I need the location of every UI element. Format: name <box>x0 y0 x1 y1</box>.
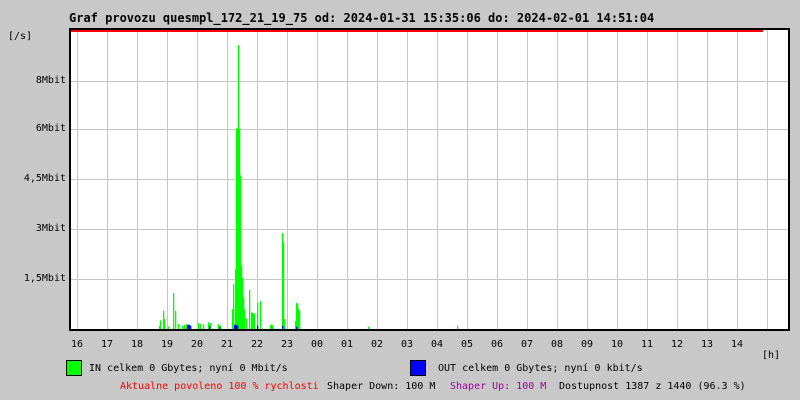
y-tick-label: 6Mbit <box>35 123 66 134</box>
in-traffic-bar <box>168 326 170 329</box>
x-tick-label: 12 <box>670 339 684 350</box>
x-tick-label: 14 <box>730 339 744 350</box>
x-tick-label: 16 <box>70 339 84 350</box>
gridline-horizontal <box>71 129 788 130</box>
traffic-graph <box>69 28 790 331</box>
out-traffic-bar <box>209 326 211 329</box>
shaper-up-label: Shaper Up: 100 M <box>450 381 547 392</box>
in-traffic-bar <box>257 303 259 329</box>
x-tick-label: 08 <box>550 339 564 350</box>
y-tick-label: 4,5Mbit <box>23 173 66 184</box>
in-legend-label: IN celkem 0 Gbytes; nyní 0 Mbit/s <box>89 363 288 374</box>
x-tick-label: 10 <box>610 339 624 350</box>
in-traffic-bar <box>173 293 175 329</box>
in-traffic-bar <box>246 318 248 329</box>
in-traffic-bar <box>160 320 162 329</box>
max-speed-line <box>71 30 763 32</box>
in-traffic-bar <box>182 325 184 329</box>
in-traffic-bar <box>175 311 177 329</box>
y-axis-unit-label: [/s] <box>8 31 33 42</box>
x-tick-label: 13 <box>700 339 714 350</box>
x-tick-label: 06 <box>490 339 504 350</box>
in-traffic-bar <box>200 324 202 329</box>
x-tick-label: 01 <box>340 339 354 350</box>
out-traffic-bar <box>296 326 298 329</box>
gridline-horizontal <box>71 279 788 280</box>
x-tick-label: 03 <box>400 339 414 350</box>
y-tick-label: 1,5Mbit <box>23 273 66 284</box>
plot-border-bottom <box>69 329 790 331</box>
x-tick-label: 00 <box>310 339 324 350</box>
in-traffic-bar <box>164 319 166 329</box>
allowed-speed-label: Aktualne povoleno 100 % rychlosti <box>120 381 319 392</box>
out-traffic-bar <box>282 326 284 329</box>
in-traffic-bar <box>233 284 235 329</box>
x-axis-unit-label: [h] <box>762 350 781 361</box>
in-traffic-bar <box>283 242 285 329</box>
out-legend-label: OUT celkem 0 Gbytes; nyní 0 kbit/s <box>438 363 643 374</box>
x-tick-label: 19 <box>160 339 174 350</box>
gridline-horizontal <box>71 229 788 230</box>
in-traffic-bar <box>178 324 180 329</box>
x-tick-label: 17 <box>100 339 114 350</box>
gridline-horizontal <box>71 81 788 82</box>
x-tick-label: 05 <box>460 339 474 350</box>
plot-border-right <box>788 28 790 331</box>
in-legend-swatch <box>66 360 82 376</box>
graph-title: Graf provozu quesmpl_172_21_19_75 od: 20… <box>69 11 655 25</box>
x-tick-label: 09 <box>580 339 594 350</box>
x-tick-label: 02 <box>370 339 384 350</box>
in-traffic-bar <box>249 290 251 329</box>
in-traffic-bar <box>244 309 246 329</box>
x-tick-label: 21 <box>220 339 234 350</box>
in-traffic-bar <box>254 313 256 329</box>
out-traffic-bar <box>257 325 259 329</box>
x-tick-label: 23 <box>280 339 294 350</box>
x-tick-label: 07 <box>520 339 534 350</box>
gridline-horizontal <box>71 179 788 180</box>
y-tick-label: 8Mbit <box>35 75 66 86</box>
in-traffic-bar <box>198 323 200 329</box>
x-tick-label: 20 <box>190 339 204 350</box>
out-legend-swatch <box>410 360 426 376</box>
in-traffic-bar <box>299 310 301 329</box>
plot-border-left <box>69 28 71 331</box>
out-traffic-bar <box>219 326 221 329</box>
out-traffic-bar <box>190 325 192 329</box>
in-traffic-bar <box>457 325 459 329</box>
plot-border-top <box>69 28 790 30</box>
in-traffic-bar <box>203 324 205 329</box>
availability-label: Dostupnost 1387 z 1440 (96.3 %) <box>559 381 746 392</box>
in-traffic-bar <box>284 319 286 329</box>
in-traffic-bar <box>368 326 370 329</box>
in-traffic-bar <box>260 301 262 329</box>
x-tick-label: 18 <box>130 339 144 350</box>
x-tick-label: 22 <box>250 339 264 350</box>
x-tick-label: 04 <box>430 339 444 350</box>
x-tick-label: 11 <box>640 339 654 350</box>
out-traffic-bar <box>237 325 239 329</box>
y-tick-label: 3Mbit <box>35 223 66 234</box>
in-traffic-bar <box>184 324 186 329</box>
shaper-down-label: Shaper Down: 100 M <box>327 381 436 392</box>
in-traffic-bar <box>272 325 274 329</box>
